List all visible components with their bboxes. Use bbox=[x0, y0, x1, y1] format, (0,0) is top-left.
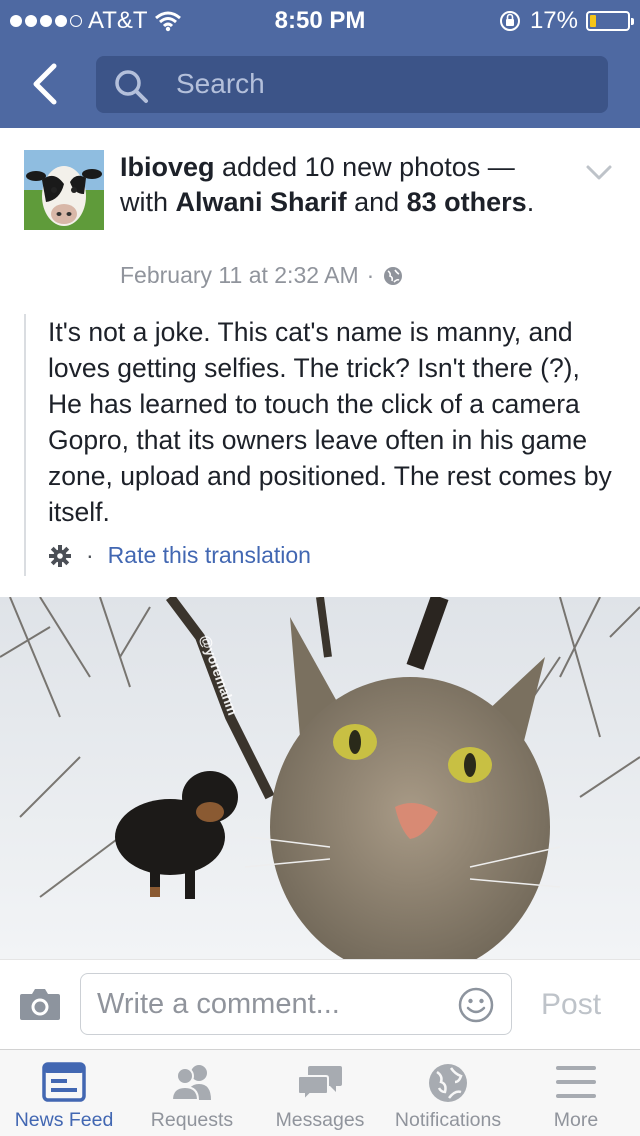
and-text: and bbox=[346, 187, 407, 217]
post-headline: Ibioveg added 10 new photos — with Alwan… bbox=[120, 150, 540, 220]
camera-button[interactable] bbox=[18, 986, 62, 1027]
author-avatar[interactable] bbox=[24, 150, 104, 230]
rate-separator: · bbox=[86, 542, 94, 568]
gear-icon[interactable] bbox=[48, 544, 72, 568]
post-comment-button[interactable]: Post bbox=[541, 988, 601, 1022]
tab-label: Requests bbox=[150, 1109, 234, 1131]
messages-icon bbox=[297, 1066, 342, 1102]
search-input[interactable] bbox=[176, 66, 576, 102]
tab-requests[interactable]: Requests bbox=[128, 1050, 256, 1136]
back-button[interactable] bbox=[26, 62, 66, 106]
post-photo[interactable]: @yoremahm bbox=[0, 597, 640, 959]
post-timestamp[interactable]: February 11 at 2:32 AM bbox=[120, 262, 359, 289]
comment-field[interactable] bbox=[80, 973, 512, 1035]
post-options-button[interactable] bbox=[585, 162, 613, 187]
battery-percent: 17% bbox=[529, 7, 578, 34]
camera-icon bbox=[20, 989, 60, 1020]
period: . bbox=[526, 187, 535, 217]
battery-icon bbox=[586, 11, 634, 31]
post-text: It's not a joke. This cat's name is mann… bbox=[48, 317, 612, 527]
globe-icon bbox=[384, 266, 403, 285]
back-chevron-icon bbox=[33, 63, 57, 105]
tab-label: More bbox=[553, 1109, 599, 1131]
tab-messages[interactable]: Messages bbox=[256, 1050, 384, 1136]
tagged-friend[interactable]: Alwani Sharif bbox=[176, 187, 347, 217]
rate-translation-row: · Rate this translation bbox=[48, 542, 311, 569]
author-name[interactable]: Ibioveg bbox=[120, 152, 215, 182]
cat-selfie-image: @yoremahm bbox=[0, 597, 640, 959]
tagged-others[interactable]: 83 others bbox=[407, 187, 527, 217]
meta-separator: · bbox=[366, 262, 375, 288]
post-meta: February 11 at 2:32 AM · bbox=[120, 262, 404, 289]
tab-label: Messages bbox=[275, 1109, 365, 1131]
tab-more[interactable]: More bbox=[512, 1050, 640, 1136]
tab-notifications[interactable]: Notifications bbox=[384, 1050, 512, 1136]
news-feed-icon bbox=[42, 1062, 86, 1102]
rate-translation-link[interactable]: Rate this translation bbox=[108, 542, 311, 569]
globe-icon bbox=[429, 1064, 467, 1102]
menu-icon bbox=[556, 1066, 596, 1098]
tab-news-feed[interactable]: News Feed bbox=[0, 1050, 128, 1136]
cow-avatar-image bbox=[24, 150, 104, 230]
comment-input[interactable] bbox=[97, 986, 437, 1022]
post-body: It's not a joke. This cat's name is mann… bbox=[24, 314, 624, 576]
tab-label: Notifications bbox=[394, 1109, 502, 1131]
status-bar: AT&T 8:50 PM 17% bbox=[0, 0, 640, 40]
tab-label: News Feed bbox=[14, 1109, 114, 1131]
tab-bar: News Feed Requests Messages Notification… bbox=[0, 1049, 640, 1136]
rotation-lock-icon bbox=[499, 11, 520, 31]
search-bar[interactable] bbox=[96, 56, 608, 113]
comment-bar: Post bbox=[0, 959, 640, 1049]
chevron-down-icon bbox=[586, 165, 612, 180]
friend-requests-icon bbox=[170, 1065, 211, 1101]
battery-fill bbox=[590, 15, 596, 27]
top-bar: AT&T 8:50 PM 17% bbox=[0, 0, 640, 128]
emoji-icon[interactable] bbox=[457, 986, 495, 1024]
search-icon bbox=[115, 70, 148, 103]
